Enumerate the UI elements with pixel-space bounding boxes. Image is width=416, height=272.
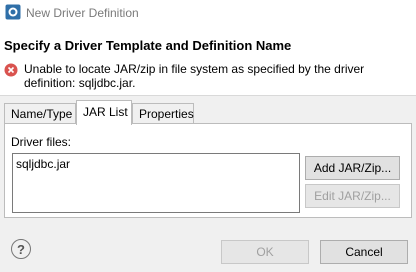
cancel-button[interactable]: Cancel <box>320 240 408 264</box>
title-bar: New Driver Definition <box>0 0 416 26</box>
list-item[interactable]: sqljdbc.jar <box>16 157 70 171</box>
error-icon <box>4 63 18 77</box>
error-message: Unable to locate JAR/zip in file system … <box>24 62 365 90</box>
window-title: New Driver Definition <box>26 6 139 20</box>
driver-files-label: Driver files: <box>11 135 72 149</box>
wizard-header: Specify a Driver Template and Definition… <box>0 26 416 96</box>
app-icon <box>5 4 21 20</box>
tab-jar-list[interactable]: JAR List <box>76 100 132 125</box>
driver-files-list[interactable]: sqljdbc.jar <box>12 153 300 213</box>
tab-properties[interactable]: Properties <box>132 103 194 124</box>
edit-jar-button[interactable]: Edit JAR/Zip... <box>305 184 400 208</box>
ok-button[interactable]: OK <box>221 240 309 264</box>
help-icon[interactable]: ? <box>11 239 31 259</box>
page-title: Specify a Driver Template and Definition… <box>4 38 292 53</box>
tab-name-type[interactable]: Name/Type <box>4 103 76 124</box>
add-jar-button[interactable]: Add JAR/Zip... <box>305 156 400 180</box>
